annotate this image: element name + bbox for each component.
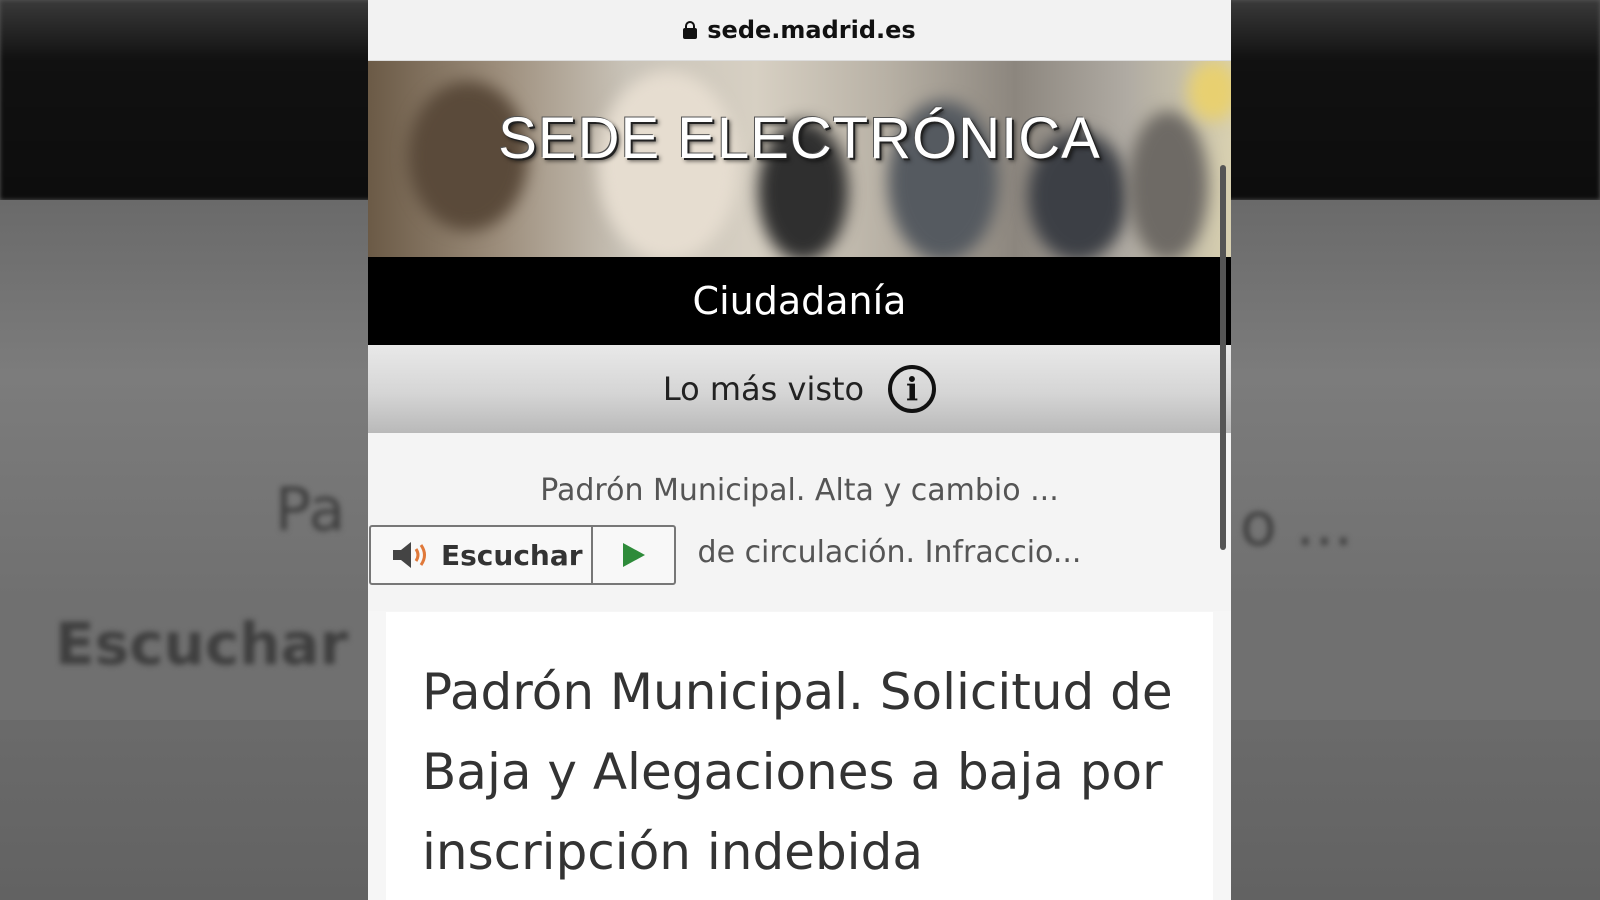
listen-label: Escuchar (441, 538, 583, 572)
background-ghost-text: Pa (275, 475, 346, 545)
most-viewed-label: Lo más visto (662, 370, 865, 408)
section-tab-ciudadania[interactable]: Ciudadanía (368, 257, 1231, 345)
play-button[interactable] (593, 527, 674, 583)
url-text: sede.madrid.es (707, 16, 916, 44)
most-viewed-header: Lo más visto i (368, 345, 1231, 446)
most-viewed-list: Padrón Municipal. Alta y cambio ... de c… (368, 433, 1231, 611)
play-icon (622, 543, 645, 567)
address-bar[interactable]: sede.madrid.es (368, 0, 1231, 61)
section-label: Ciudadanía (692, 279, 907, 323)
site-title: SEDE ELECTRÓNICA (498, 106, 1101, 171)
speaker-icon (393, 542, 426, 568)
list-item[interactable]: Padrón Municipal. Alta y cambio ... (368, 473, 1231, 508)
phone-screen: sede.madrid.es SEDE ELECTRÓNICA Ciudadan… (368, 0, 1231, 900)
article-title: Padrón Municipal. Solicitud de Baja y Al… (422, 663, 1173, 881)
info-icon[interactable]: i (888, 365, 937, 413)
listen-button[interactable]: Escuchar (371, 527, 593, 583)
scrollbar[interactable] (1220, 165, 1226, 550)
background-ghost-text-right: o ... (1240, 490, 1353, 560)
article-card: Padrón Municipal. Solicitud de Baja y Al… (386, 612, 1213, 900)
listen-widget: Escuchar (369, 525, 676, 585)
lock-icon (683, 21, 698, 39)
hero-banner: SEDE ELECTRÓNICA (368, 61, 1231, 257)
background-ghost-listen: Escuchar (55, 610, 349, 678)
